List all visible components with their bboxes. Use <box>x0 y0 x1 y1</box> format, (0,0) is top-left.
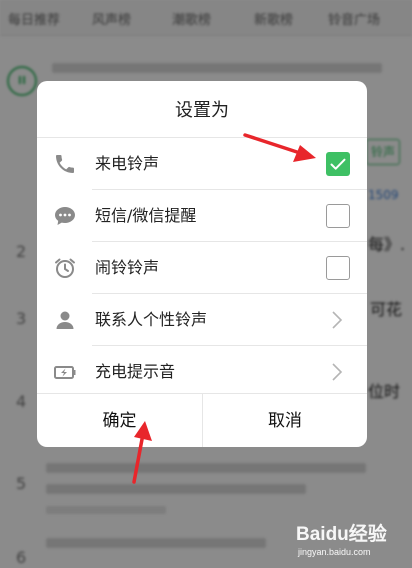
set-as-dialog: 设置为 来电铃声 短信/微信提醒 闹铃铃声 联系人个性铃声 充电提示音 确定 取… <box>37 81 367 447</box>
option-label: 短信/微信提醒 <box>95 206 197 225</box>
option-charging-sound[interactable]: 充电提示音 <box>37 346 367 398</box>
chat-bubble-icon <box>55 207 75 225</box>
chevron-right-icon <box>332 363 343 381</box>
option-sms-wechat-alert[interactable]: 短信/微信提醒 <box>37 190 367 242</box>
cancel-button[interactable]: 取消 <box>202 394 367 447</box>
dialog-button-bar: 确定 取消 <box>37 393 367 447</box>
alarm-checkbox[interactable] <box>326 256 350 280</box>
alarm-clock-icon <box>55 258 75 278</box>
option-incoming-call-ringtone[interactable]: 来电铃声 <box>37 138 367 190</box>
watermark-url: jingyan.baidu.com <box>298 547 371 557</box>
dialog-title: 设置为 <box>175 100 229 121</box>
baidu-watermark: Baidu经验 jingyan.baidu.com <box>296 515 408 565</box>
confirm-button[interactable]: 确定 <box>37 394 202 447</box>
option-alarm-ringtone[interactable]: 闹铃铃声 <box>37 242 367 294</box>
option-label: 充电提示音 <box>95 362 176 381</box>
chevron-right-icon <box>332 311 343 329</box>
option-label: 来电铃声 <box>95 154 160 173</box>
contact-person-icon <box>56 311 74 329</box>
option-contact-ringtone[interactable]: 联系人个性铃声 <box>37 294 367 346</box>
watermark-logo-text: Baidu经验 <box>296 524 387 545</box>
checkmark-icon <box>330 158 346 170</box>
option-label: 闹铃铃声 <box>95 258 160 277</box>
battery-charging-icon <box>54 366 76 379</box>
phone-icon <box>56 155 74 173</box>
sms-wechat-checkbox[interactable] <box>326 204 350 228</box>
incoming-call-checkbox[interactable] <box>326 152 350 176</box>
option-label: 联系人个性铃声 <box>95 310 208 329</box>
